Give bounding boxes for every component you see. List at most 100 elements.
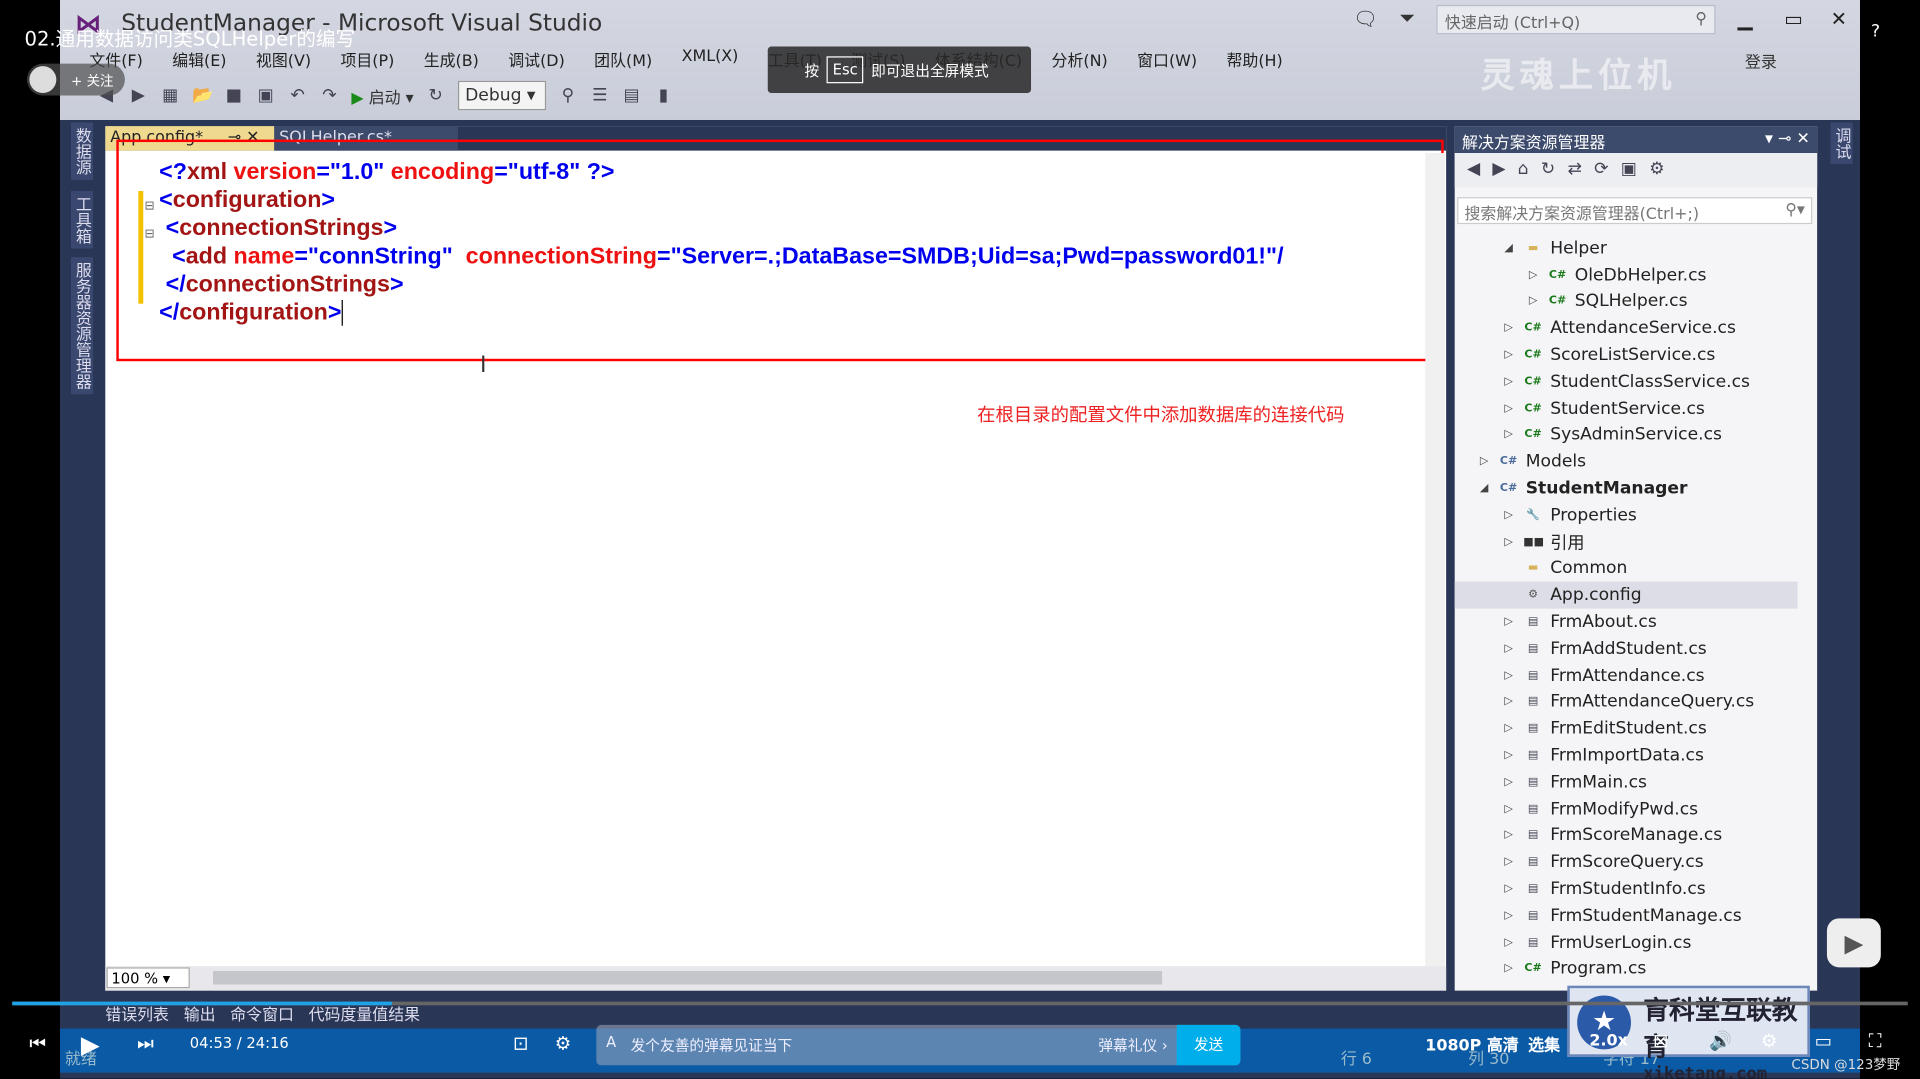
close-button[interactable]: ✕	[1831, 7, 1847, 30]
fullscreen-icon[interactable]: ⛶	[1869, 1030, 1882, 1052]
expand-arrow-icon[interactable]: ▷	[1501, 936, 1516, 948]
avatar[interactable]	[29, 66, 57, 94]
configuration-select[interactable]: Debug ▾	[457, 80, 546, 111]
quality-button[interactable]: 1080P 高清	[1425, 1032, 1518, 1055]
mini-player-icon[interactable]: ▶	[1826, 918, 1881, 968]
vertical-scrollbar[interactable]	[1425, 153, 1445, 967]
expand-arrow-icon[interactable]: ▷	[1501, 749, 1516, 761]
expand-arrow-icon[interactable]: ▷	[1501, 723, 1516, 735]
expand-arrow-icon[interactable]: ▷	[1501, 643, 1516, 655]
tree-item[interactable]: ▷ ▤ FrmModifyPwd.cs	[1455, 796, 1798, 823]
menu-item[interactable]: 调试(D)	[494, 48, 580, 71]
tree-item[interactable]: ▷ ▤ FrmAbout.cs	[1455, 609, 1798, 636]
tree-item[interactable]: ▷ ▤ FrmStudentInfo.cs	[1455, 876, 1798, 903]
maximize-button[interactable]: ▭	[1784, 7, 1803, 30]
minimize-button[interactable]: ▁	[1738, 7, 1753, 30]
expand-arrow-icon[interactable]: ▷	[1501, 349, 1516, 361]
menu-item[interactable]: 生成(B)	[409, 48, 494, 71]
menu-item[interactable]: 窗口(W)	[1122, 48, 1211, 71]
tab-toolbox[interactable]: 工具箱	[71, 191, 94, 249]
expand-arrow-icon[interactable]: ▷	[1501, 963, 1516, 975]
tree-item[interactable]: ◢ ▬ Helper	[1455, 235, 1798, 262]
tree-item[interactable]: ▷ ▤ FrmStudentManage.cs	[1455, 902, 1798, 929]
new-project-icon[interactable]: ▦	[160, 86, 180, 106]
send-button[interactable]: 发送	[1176, 1024, 1241, 1066]
tree-item[interactable]: ▷ ▤ FrmMain.cs	[1455, 769, 1798, 796]
play-icon[interactable]: ▶	[81, 1030, 100, 1059]
menu-item[interactable]: XML(X)	[667, 48, 753, 71]
speed-button[interactable]: 2.0x	[1589, 1032, 1627, 1050]
tree-item[interactable]: ▷ ▤ FrmScoreManage.cs	[1455, 822, 1798, 849]
tree-item[interactable]: ▷ 🔧 Properties	[1455, 502, 1798, 529]
zoom-select[interactable]: 100 % ▾	[106, 967, 190, 989]
close-panel-icon[interactable]: ▾ ⊸ ✕	[1765, 130, 1810, 148]
start-button[interactable]: ▶ 启动 ▾	[351, 84, 413, 107]
pip-icon[interactable]: ▭	[1815, 1030, 1832, 1052]
redo-icon[interactable]: ↷	[320, 86, 340, 106]
expand-arrow-icon[interactable]: ◢	[1477, 483, 1492, 495]
document-icon[interactable]: ▤	[622, 86, 642, 106]
expand-arrow-icon[interactable]: ▷	[1501, 776, 1516, 788]
tab-datasource[interactable]: 数据源	[71, 122, 94, 181]
subtitle-icon[interactable]: ⊠	[1653, 1030, 1668, 1052]
episodes-button[interactable]: 选集	[1528, 1032, 1560, 1055]
tree-item[interactable]: ▷ ▤ FrmScoreQuery.cs	[1455, 849, 1798, 876]
find-icon[interactable]: ⚲	[558, 86, 578, 106]
tree-item[interactable]: ◢ C# StudentManager	[1455, 475, 1798, 502]
expand-arrow-icon[interactable]: ▷	[1501, 829, 1516, 841]
save-all-icon[interactable]: ▣	[256, 86, 276, 106]
expand-arrow-icon[interactable]: ▷	[1501, 536, 1516, 548]
settings-icon[interactable]: ⚙	[1761, 1030, 1777, 1052]
tab-debug[interactable]: 调试	[1830, 122, 1853, 165]
tree-item[interactable]: ▷ ▤ FrmAddStudent.cs	[1455, 635, 1798, 662]
expand-arrow-icon[interactable]: ◢	[1501, 242, 1516, 254]
feedback-icon[interactable]: 🗨	[1353, 7, 1378, 30]
danmu-style-icon[interactable]: A	[606, 1033, 616, 1050]
undo-icon[interactable]: ↶	[288, 86, 308, 106]
menu-item[interactable]: 分析(N)	[1037, 48, 1123, 71]
danmu-input[interactable]: A 发个友善的弹幕见证当下 弹幕礼仪 › 发送	[596, 1024, 1241, 1066]
tree-item[interactable]: ▷ ■■ 引用	[1455, 529, 1798, 556]
tree-item[interactable]: ▷ ▤ FrmAttendanceQuery.cs	[1455, 689, 1798, 716]
video-progress[interactable]	[12, 1001, 1908, 1006]
danmu-etiquette-link[interactable]: 弹幕礼仪 ›	[1098, 1035, 1167, 1056]
tree-item[interactable]: ▷ C# SQLHelper.cs	[1455, 288, 1798, 315]
open-icon[interactable]: 📂	[192, 86, 213, 106]
expand-arrow-icon[interactable]: ▷	[1501, 322, 1516, 334]
next-icon[interactable]: ⏭	[137, 1032, 154, 1054]
expand-arrow-icon[interactable]: ▷	[1526, 296, 1541, 308]
expand-arrow-icon[interactable]: ▷	[1501, 696, 1516, 708]
tree-item[interactable]: ▬ Common	[1455, 555, 1798, 582]
tree-item[interactable]: ▷ C# Program.cs	[1455, 956, 1798, 983]
tree-item[interactable]: ▷ ▤ FrmUserLogin.cs	[1455, 929, 1798, 956]
tree-item[interactable]: ▷ ▤ FrmAttendance.cs	[1455, 662, 1798, 689]
expand-arrow-icon[interactable]: ▷	[1501, 803, 1516, 815]
solution-toolbar-icons[interactable]: ◀▶⌂↻⇄⟳▣⚙	[1467, 159, 1677, 179]
expand-arrow-icon[interactable]: ▷	[1501, 429, 1516, 441]
tree-item[interactable]: ▷ ▤ FrmImportData.cs	[1455, 742, 1798, 769]
tree-item[interactable]: ▷ C# OleDbHelper.cs	[1455, 262, 1798, 289]
previous-icon[interactable]: ⏮	[29, 1032, 46, 1054]
expand-arrow-icon[interactable]: ▷	[1501, 883, 1516, 895]
scroll-thumb[interactable]	[213, 971, 1163, 985]
volume-icon[interactable]: 🔊	[1709, 1030, 1732, 1052]
code-editor[interactable]: App.config* ⊸ ✕ SQLHelper.cs* ⊟ ⊟ <?xml v…	[105, 126, 1447, 991]
danmu-settings-icon[interactable]: ⚙	[555, 1032, 571, 1054]
expand-arrow-icon[interactable]: ▷	[1501, 376, 1516, 388]
expand-arrow-icon[interactable]: ▷	[1526, 269, 1541, 281]
tree-item[interactable]: ⚙ App.config	[1454, 582, 1798, 609]
menu-item[interactable]: 帮助(H)	[1212, 48, 1298, 71]
tab-server-explorer[interactable]: 服务器资源管理器	[71, 257, 94, 395]
expand-arrow-icon[interactable]: ▷	[1501, 616, 1516, 628]
expand-arrow-icon[interactable]: ▷	[1501, 910, 1516, 922]
expand-arrow-icon[interactable]: ▷	[1501, 402, 1516, 414]
horizontal-scrollbar[interactable]: 100 % ▾	[105, 966, 1447, 991]
tree-item[interactable]: ▷ C# ScoreListService.cs	[1455, 342, 1798, 369]
expand-arrow-icon[interactable]: ▷	[1501, 856, 1516, 868]
login-link[interactable]: 登录	[1745, 49, 1777, 72]
tree-item[interactable]: ▷ ▤ FrmEditStudent.cs	[1455, 716, 1798, 743]
expand-arrow-icon[interactable]: ▷	[1477, 456, 1492, 468]
help-icon[interactable]: ?	[1871, 22, 1880, 42]
tree-item[interactable]: ▷ C# StudentClassService.cs	[1455, 369, 1798, 396]
tree-item[interactable]: ▷ C# SysAdminService.cs	[1455, 422, 1798, 449]
